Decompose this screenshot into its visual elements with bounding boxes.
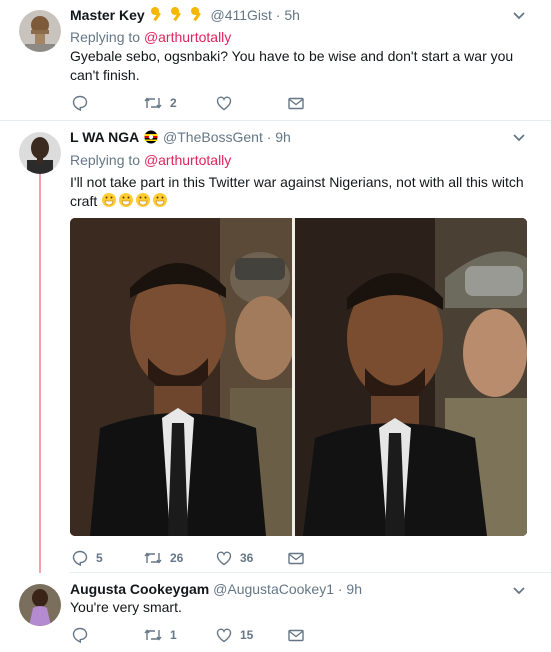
tweet-time[interactable]: · 5h: [276, 7, 300, 23]
photo-panel-right: [295, 218, 527, 536]
heart-icon: [216, 551, 232, 565]
key-emoji-badges: [149, 6, 207, 26]
tweet-text: I'll not take part in this Twitter war a…: [70, 173, 528, 213]
grinning-emoji: [101, 192, 169, 213]
like-button[interactable]: [216, 94, 240, 112]
thread-line: [39, 174, 41, 580]
direct-message-button[interactable]: [288, 94, 304, 112]
reply-count: 5: [96, 551, 103, 565]
reply-icon: [72, 627, 88, 643]
tweet-master-key[interactable]: Master Key @411Gist · 5h Replying to @ar…: [0, 0, 551, 120]
avatar-image: [19, 584, 61, 626]
chevron-down-icon[interactable]: [513, 586, 525, 596]
avatar-image: [19, 10, 61, 52]
retweet-count: 1: [170, 628, 177, 642]
envelope-icon: [288, 552, 304, 564]
user-handle[interactable]: @411Gist: [210, 7, 271, 23]
tweet-time[interactable]: · 9h: [267, 129, 291, 145]
reply-button[interactable]: 5: [72, 549, 103, 567]
replying-to-link[interactable]: @arthurtotally: [144, 29, 231, 45]
photo-panel-left: [70, 218, 292, 536]
like-count: 36: [240, 551, 254, 565]
tweet-photo[interactable]: [70, 218, 527, 536]
retweet-button[interactable]: 1: [144, 626, 177, 644]
direct-message-button[interactable]: [288, 549, 304, 567]
replying-to-label: Replying to: [70, 29, 144, 45]
display-name[interactable]: Augusta Cookeygam: [70, 581, 209, 597]
reply-icon: [72, 550, 88, 566]
retweet-icon: [144, 97, 162, 109]
direct-message-button[interactable]: [288, 626, 304, 644]
tweet-text: Gyebale sebo, ogsnbaki? You have to be w…: [70, 48, 514, 83]
retweet-count: 2: [170, 96, 177, 110]
reply-button[interactable]: [72, 626, 96, 644]
envelope-icon: [288, 97, 304, 109]
avatar[interactable]: [19, 132, 61, 174]
avatar[interactable]: [19, 10, 61, 52]
retweet-count: 26: [170, 551, 184, 565]
replying-to: Replying to @arthurtotally: [70, 151, 231, 169]
retweet-button[interactable]: 26: [144, 549, 183, 567]
retweet-icon: [144, 629, 162, 641]
replying-to-label: Replying to: [70, 152, 144, 168]
display-name[interactable]: Master Key: [70, 7, 145, 23]
chevron-down-icon[interactable]: [513, 133, 525, 143]
tweet-augusta-cookeygam[interactable]: Augusta Cookeygam @AugustaCookey1 · 9h Y…: [0, 573, 551, 652]
like-button[interactable]: 36: [216, 549, 253, 567]
uganda-flag-icon: [143, 130, 159, 148]
tweet-time[interactable]: · 9h: [338, 581, 362, 597]
reply-button[interactable]: [72, 94, 96, 112]
heart-icon: [216, 96, 232, 110]
avatar[interactable]: [19, 584, 61, 626]
envelope-icon: [288, 629, 304, 641]
chevron-down-icon[interactable]: [513, 11, 525, 21]
display-name[interactable]: L WA NGA: [70, 129, 139, 145]
user-handle[interactable]: @TheBossGent: [163, 129, 263, 145]
replying-to: Replying to @arthurtotally: [70, 28, 231, 46]
like-count: 15: [240, 628, 254, 642]
heart-icon: [216, 628, 232, 642]
tweet-text: You're very smart.: [70, 599, 182, 615]
retweet-icon: [144, 552, 162, 564]
like-button[interactable]: 15: [216, 626, 253, 644]
user-handle[interactable]: @AugustaCookey1: [213, 581, 334, 597]
avatar-image: [19, 132, 61, 174]
retweet-button[interactable]: 2: [144, 94, 177, 112]
reply-icon: [72, 95, 88, 111]
replying-to-link[interactable]: @arthurtotally: [144, 152, 231, 168]
